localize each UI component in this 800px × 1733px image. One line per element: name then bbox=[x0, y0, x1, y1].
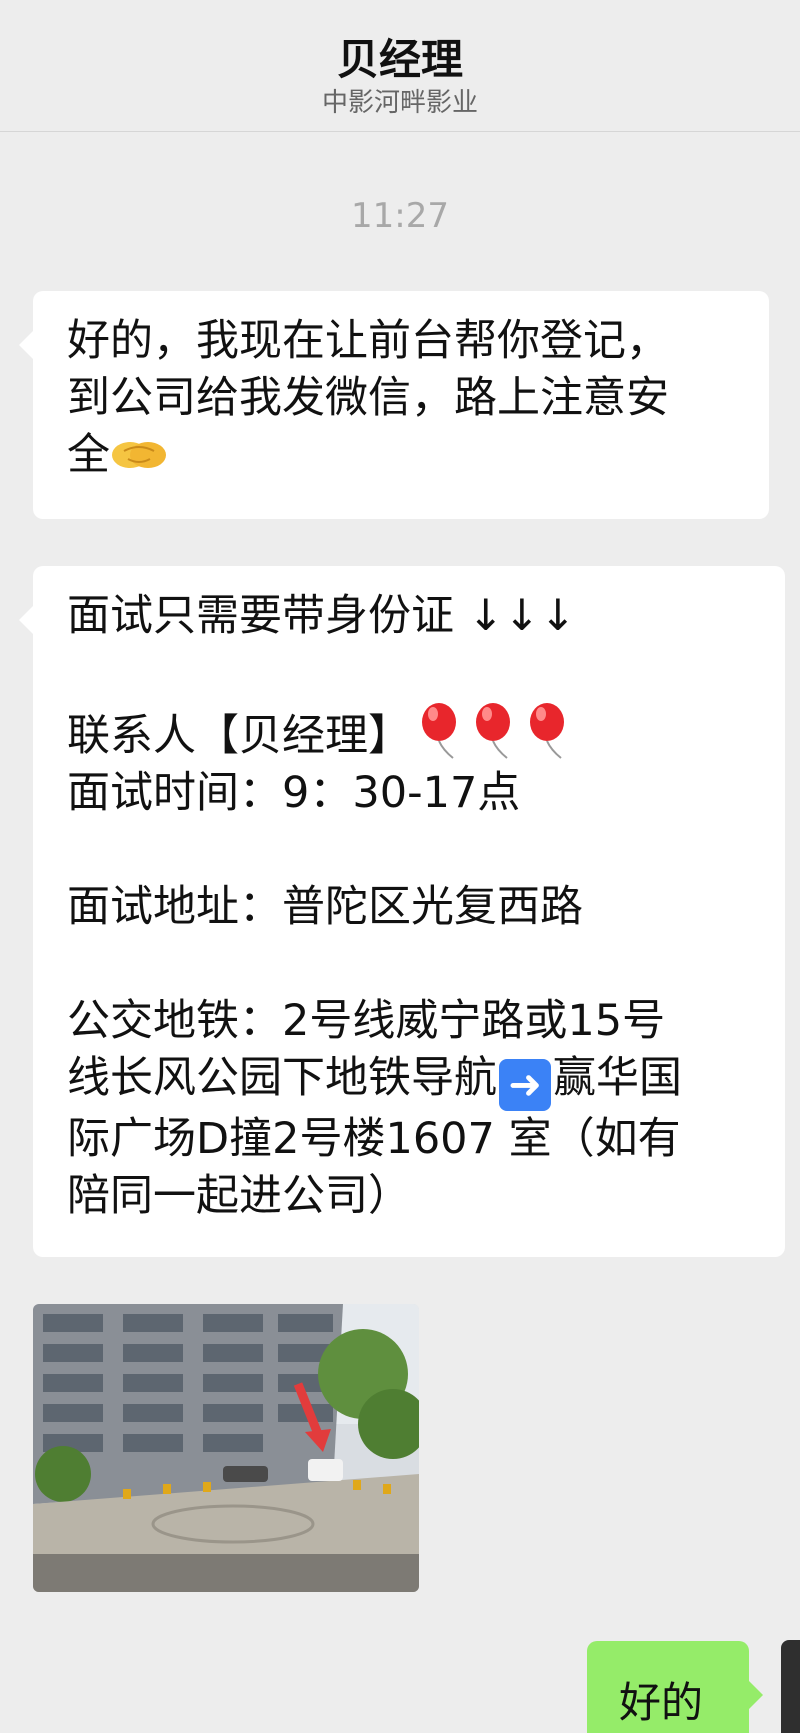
message-text-line: 面试地址：普陀区光复西路 bbox=[67, 882, 583, 932]
message-text-line: 面试只需要带身份证 ↓↓↓ bbox=[67, 591, 576, 641]
message-text-line: 际广场D撞2号楼1607 室（如有 bbox=[67, 1114, 681, 1164]
contact-name[interactable]: 贝经理 bbox=[0, 26, 800, 87]
balloon-icon bbox=[422, 703, 456, 759]
message-text-line: 线长风公园下地铁导航 ➜ 赢华国 bbox=[67, 1050, 751, 1111]
avatar[interactable] bbox=[781, 1640, 800, 1733]
message-text-line: 面试时间：9：30-17点 bbox=[67, 768, 521, 818]
message-text-line: 陪同一起进公司） bbox=[67, 1171, 411, 1221]
message-text-line: 联系人【贝经理】 bbox=[67, 702, 751, 765]
message-text: 联系人【贝经理】 bbox=[67, 711, 411, 761]
handshake-icon bbox=[112, 442, 166, 468]
incoming-message-bubble[interactable]: 面试只需要带身份证 ↓↓↓ 联系人【贝经理】 面试时间：9：30-17点 面试地… bbox=[19, 566, 785, 1257]
incoming-message-bubble[interactable]: 好的，我现在让前台帮你登记， 到公司给我发微信，路上注意安 全 bbox=[19, 291, 769, 519]
message-text-line: 好的，我现在让前台帮你登记， bbox=[67, 316, 669, 366]
message-text: 全 bbox=[67, 430, 110, 480]
outgoing-message-bubble[interactable]: 好的 bbox=[587, 1641, 763, 1733]
contact-company: 中影河畔影业 bbox=[321, 88, 478, 118]
message-text-line: 公交地铁：2号线威宁路或15号 bbox=[67, 996, 666, 1046]
right-arrow-icon: ➜ bbox=[499, 1059, 551, 1111]
message-text: 线长风公园下地铁导航 bbox=[67, 1053, 497, 1103]
message-text-line: 到公司给我发微信，路上注意安 bbox=[67, 373, 669, 423]
message-timestamp: 11:27 bbox=[351, 196, 449, 236]
balloon-icon bbox=[530, 703, 564, 759]
message-text-line: 全 bbox=[67, 427, 735, 484]
image-message[interactable] bbox=[33, 1304, 419, 1592]
chat-header: 贝经理 中影河畔影业 bbox=[0, 0, 800, 132]
balloon-icon bbox=[476, 703, 510, 759]
message-text: 赢华国 bbox=[553, 1053, 682, 1103]
building-photo-icon bbox=[33, 1304, 419, 1592]
